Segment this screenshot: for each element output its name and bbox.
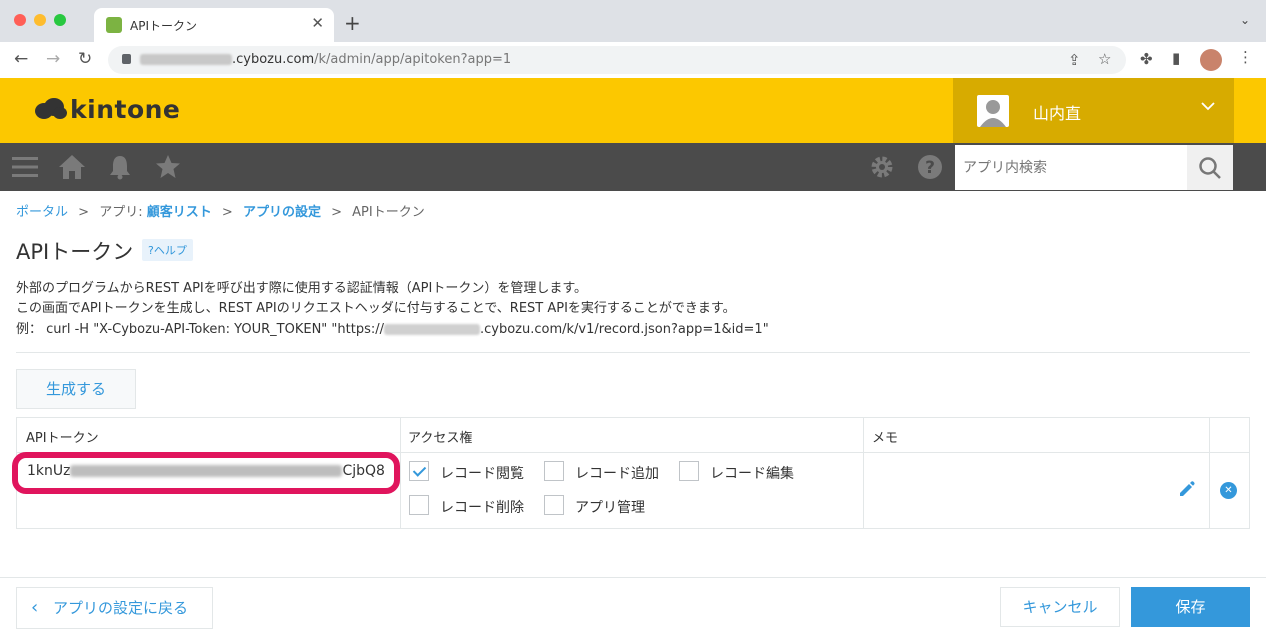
bookmark-star-icon[interactable]: ☆: [1098, 50, 1111, 68]
browser-chrome: APIトークン ✕ + ⌄ ← → ↻ .cybozu.com/k/admin/…: [0, 0, 1266, 78]
checkbox-label-record-delete[interactable]: レコード削除: [440, 497, 524, 517]
breadcrumb-app-link[interactable]: 顧客リスト: [147, 205, 212, 220]
profile-avatar[interactable]: [1200, 49, 1222, 71]
kintone-nav-bar: ?: [0, 143, 1266, 191]
checkbox-label-record-add[interactable]: レコード追加: [575, 463, 659, 483]
checkbox-label-record-edit[interactable]: レコード編集: [710, 463, 794, 483]
checkbox-record-delete[interactable]: [409, 495, 429, 515]
url-text: .cybozu.com/k/admin/app/apitoken?app=1: [140, 52, 511, 67]
user-menu[interactable]: 山内直: [953, 78, 1234, 143]
save-button[interactable]: 保存: [1131, 587, 1250, 627]
header-api-token: APIトークン: [26, 431, 99, 446]
help-link[interactable]: ?ヘルプ: [142, 239, 193, 261]
breadcrumb-separator: >: [221, 205, 233, 220]
header-access-rights: アクセス権: [408, 431, 473, 446]
back-to-settings-label: アプリの設定に戻る: [53, 599, 189, 617]
breadcrumb-app-prefix: アプリ:: [99, 205, 143, 220]
column-divider: [1209, 418, 1210, 528]
kintone-logo-icon[interactable]: [34, 98, 68, 120]
edit-pencil-icon[interactable]: [1178, 480, 1196, 498]
gear-icon[interactable]: [869, 154, 895, 180]
checkbox-record-add[interactable]: [544, 461, 564, 481]
search-button[interactable]: [1187, 145, 1233, 190]
share-icon[interactable]: ⇪: [1068, 51, 1081, 69]
back-to-settings-button[interactable]: ‹ アプリの設定に戻る: [16, 587, 213, 629]
breadcrumb-separator: >: [331, 205, 342, 220]
browser-menu-icon[interactable]: ⋮: [1238, 48, 1253, 66]
kintone-header: kintone 山内直: [0, 78, 1266, 143]
checkbox-label-app-admin[interactable]: アプリ管理: [575, 497, 645, 517]
breadcrumb: ポータル > アプリ: 顧客リスト > アプリの設定 > APIトークン: [16, 201, 425, 220]
forward-arrow-icon[interactable]: →: [46, 49, 60, 69]
reload-icon[interactable]: ↻: [78, 49, 92, 69]
cancel-button[interactable]: キャンセル: [1000, 587, 1120, 627]
back-arrow-icon[interactable]: ←: [14, 49, 28, 69]
breadcrumb-portal-link[interactable]: ポータル: [16, 205, 68, 220]
footer-divider: [0, 577, 1266, 578]
page-title: APIトークン: [16, 240, 134, 264]
extensions-puzzle-icon[interactable]: ✤: [1140, 50, 1153, 68]
description-line-2: この画面でAPIトークンを生成し、REST APIのリクエストヘッダに付与するこ…: [16, 301, 736, 316]
column-divider: [400, 418, 401, 528]
chevron-down-icon: [1201, 102, 1215, 111]
close-tab-icon[interactable]: ✕: [311, 14, 324, 32]
user-avatar: [977, 95, 1009, 127]
new-tab-icon[interactable]: +: [344, 11, 361, 35]
breadcrumb-separator: >: [78, 205, 90, 220]
kintone-logo-text[interactable]: kintone: [70, 95, 180, 124]
hamburger-menu-icon[interactable]: [12, 155, 38, 179]
checkbox-record-edit[interactable]: [679, 461, 699, 481]
close-window-button[interactable]: [14, 14, 26, 26]
side-panel-icon[interactable]: ▮: [1172, 49, 1180, 67]
user-name: 山内直: [1033, 104, 1082, 123]
description-line-3: 例： curl -H "X-Cybozu-API-Token: YOUR_TOK…: [16, 322, 769, 337]
help-question-icon[interactable]: ?: [917, 154, 943, 180]
svg-text:?: ?: [925, 158, 935, 178]
token-highlight-annotation: [12, 452, 400, 494]
header-memo: メモ: [872, 431, 899, 446]
tab-title: APIトークン: [130, 19, 197, 33]
app-search-input[interactable]: [955, 145, 1187, 190]
kintone-favicon-icon: [106, 17, 122, 33]
description-line-1: 外部のプログラムからREST APIを呼び出す際に使用する認証情報（APIトーク…: [16, 281, 588, 296]
column-divider: [863, 418, 864, 528]
browser-tab[interactable]: APIトークン ✕: [94, 8, 334, 42]
minimize-window-button[interactable]: [34, 14, 46, 26]
checkbox-label-record-view[interactable]: レコード閲覧: [440, 463, 524, 483]
breadcrumb-settings-link[interactable]: アプリの設定: [243, 205, 321, 220]
person-icon: [980, 100, 1006, 127]
address-bar[interactable]: .cybozu.com/k/admin/app/apitoken?app=1 ⇪…: [108, 46, 1126, 74]
generate-token-button[interactable]: 生成する: [16, 369, 136, 409]
browser-toolbar: ← → ↻ .cybozu.com/k/admin/app/apitoken?a…: [0, 42, 1266, 78]
breadcrumb-current: APIトークン: [352, 205, 425, 220]
search-icon: [1199, 157, 1221, 179]
chevron-left-icon: ‹: [31, 597, 39, 618]
home-icon[interactable]: [58, 154, 86, 180]
lock-icon: [122, 54, 131, 64]
zoom-window-button[interactable]: [54, 14, 66, 26]
checkbox-app-admin[interactable]: [544, 495, 564, 515]
section-divider: [16, 352, 1250, 353]
checkbox-record-view[interactable]: [409, 461, 429, 481]
favorites-star-icon[interactable]: [155, 154, 181, 179]
tab-search-chevron-icon[interactable]: ⌄: [1240, 13, 1250, 27]
delete-x-icon[interactable]: ✕: [1220, 482, 1237, 499]
notification-bell-icon[interactable]: [108, 154, 132, 180]
